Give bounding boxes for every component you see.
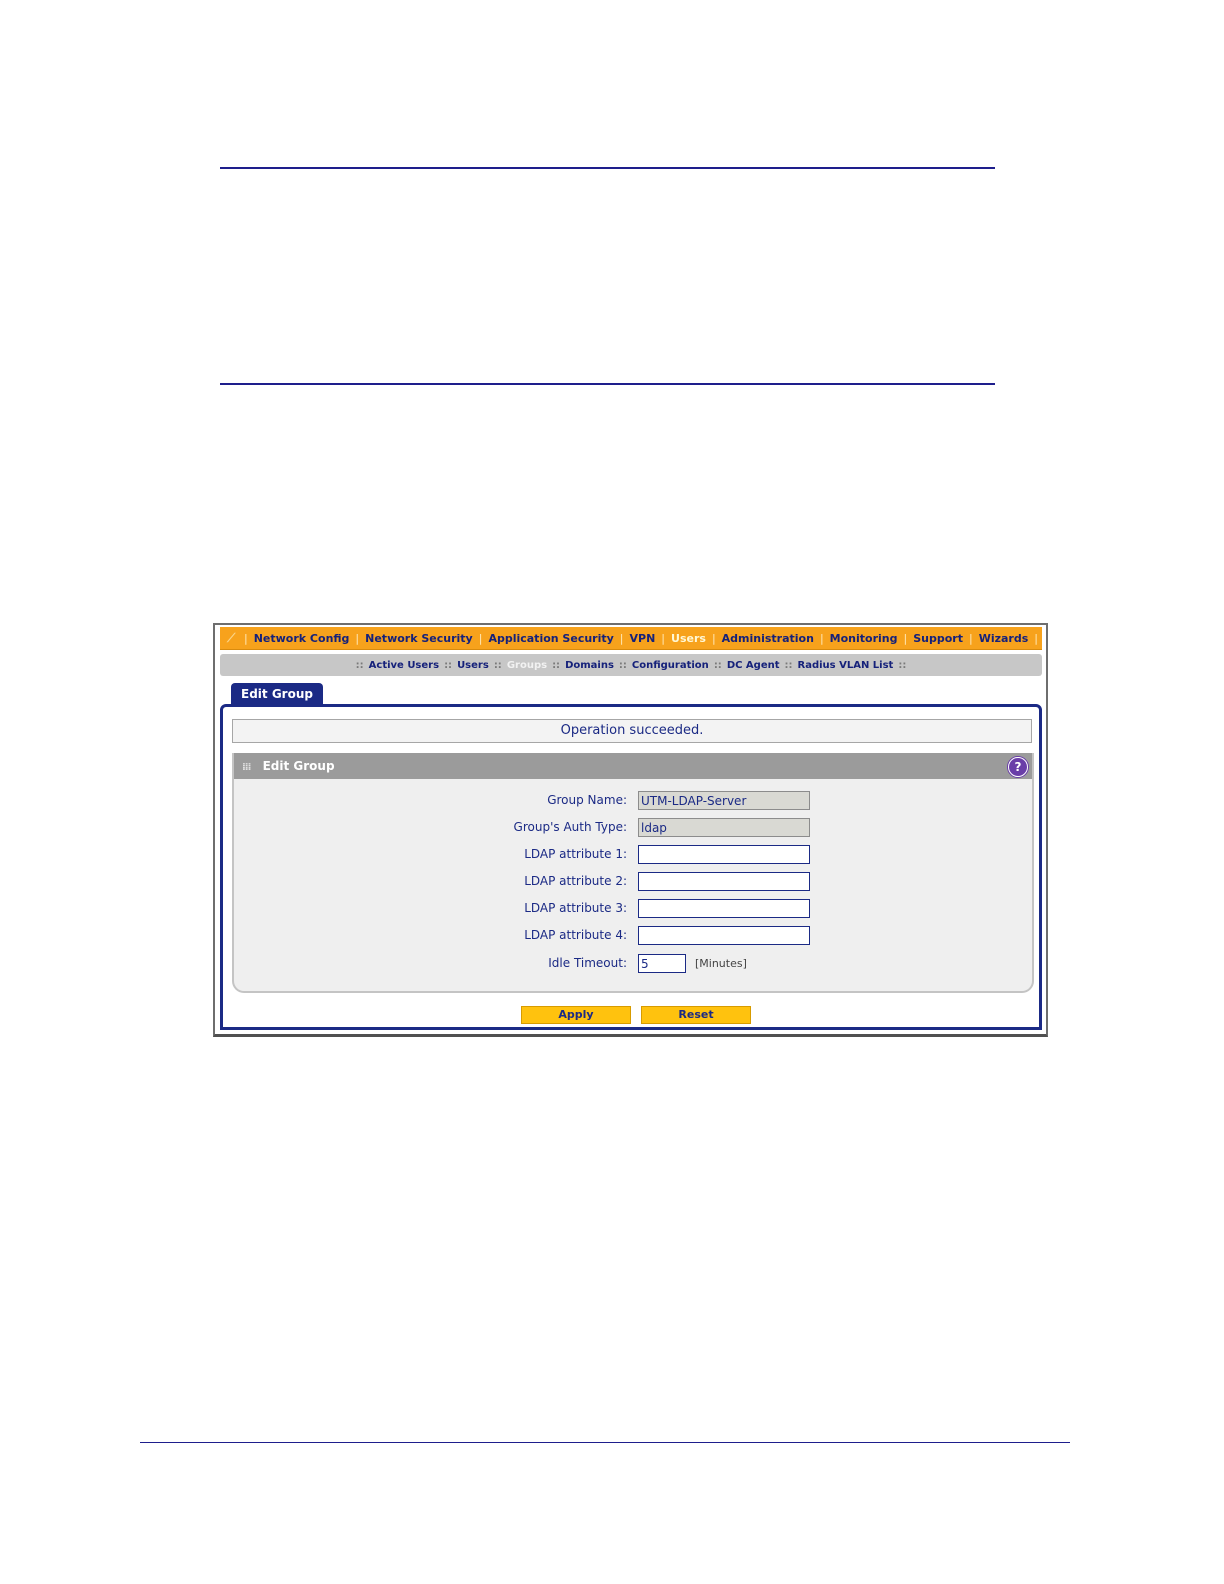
subnav-separator: :: (713, 659, 722, 671)
nav-item-monitoring[interactable]: Monitoring (824, 632, 904, 645)
tab-edit-group[interactable]: Edit Group (231, 683, 323, 705)
nav-item-application-security[interactable]: Application Security (482, 632, 619, 645)
ldap-attribute-2-input[interactable] (638, 872, 810, 891)
group-name-label: Group Name: (547, 793, 627, 807)
ldap-attribute-3-input[interactable] (638, 899, 810, 918)
second-rule (220, 383, 995, 385)
help-icon[interactable]: ? (1008, 757, 1028, 777)
panel-title: Edit Group (262, 759, 335, 773)
subnav-item-domains[interactable]: Domains (560, 660, 619, 671)
main-nav-bar: ⟋ | Network Config | Network Security | … (220, 627, 1042, 650)
button-row: Apply Reset (223, 1006, 1039, 1024)
content-area: Operation succeeded. ⁞⁞⁞ Edit Group ? Gr… (220, 704, 1042, 1030)
nav-item-users[interactable]: Users (665, 632, 712, 645)
utm-screenshot: ⟋ | Network Config | Network Security | … (213, 623, 1048, 1037)
ldap-attribute-1-input[interactable] (638, 845, 810, 864)
apply-button[interactable]: Apply (521, 1006, 631, 1024)
subnav-separator: :: (618, 659, 627, 671)
form-row-group-name: Group Name: (234, 791, 1032, 811)
form-row-auth-type: Group's Auth Type: (234, 818, 1032, 838)
subnav-item-dc-agent[interactable]: DC Agent (722, 660, 785, 671)
nav-separator: | (1034, 631, 1038, 645)
form-row-ldap-attribute-1: LDAP attribute 1: (234, 845, 1032, 865)
subnav-separator: :: (444, 659, 453, 671)
group-name-input (638, 791, 810, 810)
idle-timeout-input[interactable] (638, 954, 686, 973)
edit-group-panel: ⁞⁞⁞ Edit Group ? Group Name: Group's Aut… (232, 753, 1034, 993)
nav-item-administration[interactable]: Administration (716, 632, 820, 645)
form-row-ldap-attribute-3: LDAP attribute 3: (234, 899, 1032, 919)
subnav-separator: :: (552, 659, 561, 671)
top-rule (220, 167, 995, 169)
subnav-separator: :: (493, 659, 502, 671)
auth-type-input (638, 818, 810, 837)
ldap-attribute-4-label: LDAP attribute 4: (524, 928, 627, 942)
idle-timeout-unit: [Minutes] (695, 957, 747, 970)
nav-item-vpn[interactable]: VPN (624, 632, 662, 645)
subnav-separator: :: (355, 659, 364, 671)
subnav-separator: :: (898, 659, 907, 671)
subnav-item-active-users[interactable]: Active Users (364, 660, 444, 671)
footer-rule (140, 1442, 1070, 1443)
nav-lead-mark: ⟋ (227, 631, 236, 645)
nav-item-network-config[interactable]: Network Config (248, 632, 356, 645)
status-message: Operation succeeded. (232, 719, 1032, 743)
reset-button[interactable]: Reset (641, 1006, 751, 1024)
nav-item-network-security[interactable]: Network Security (359, 632, 479, 645)
form-row-ldap-attribute-4: LDAP attribute 4: (234, 926, 1032, 946)
grip-icon: ⁞⁞⁞ (242, 762, 251, 773)
subnav-item-groups[interactable]: Groups (502, 660, 552, 671)
ldap-attribute-3-label: LDAP attribute 3: (524, 901, 627, 915)
nav-item-support[interactable]: Support (907, 632, 969, 645)
subnav-item-configuration[interactable]: Configuration (627, 660, 714, 671)
ldap-attribute-2-label: LDAP attribute 2: (524, 874, 627, 888)
sub-nav-bar: :: Active Users :: Users :: Groups :: Do… (220, 654, 1042, 676)
subnav-item-users[interactable]: Users (452, 660, 494, 671)
auth-type-label: Group's Auth Type: (513, 820, 627, 834)
form-row-idle-timeout: Idle Timeout: [Minutes] (234, 954, 1032, 974)
idle-timeout-label: Idle Timeout: (548, 956, 627, 970)
ldap-attribute-4-input[interactable] (638, 926, 810, 945)
ldap-attribute-1-label: LDAP attribute 1: (524, 847, 627, 861)
nav-item-wizards[interactable]: Wizards (973, 632, 1035, 645)
panel-header: ⁞⁞⁞ Edit Group ? (234, 753, 1032, 779)
subnav-item-radius-vlan-list[interactable]: Radius VLAN List (793, 660, 899, 671)
form-row-ldap-attribute-2: LDAP attribute 2: (234, 872, 1032, 892)
subnav-separator: :: (784, 659, 793, 671)
